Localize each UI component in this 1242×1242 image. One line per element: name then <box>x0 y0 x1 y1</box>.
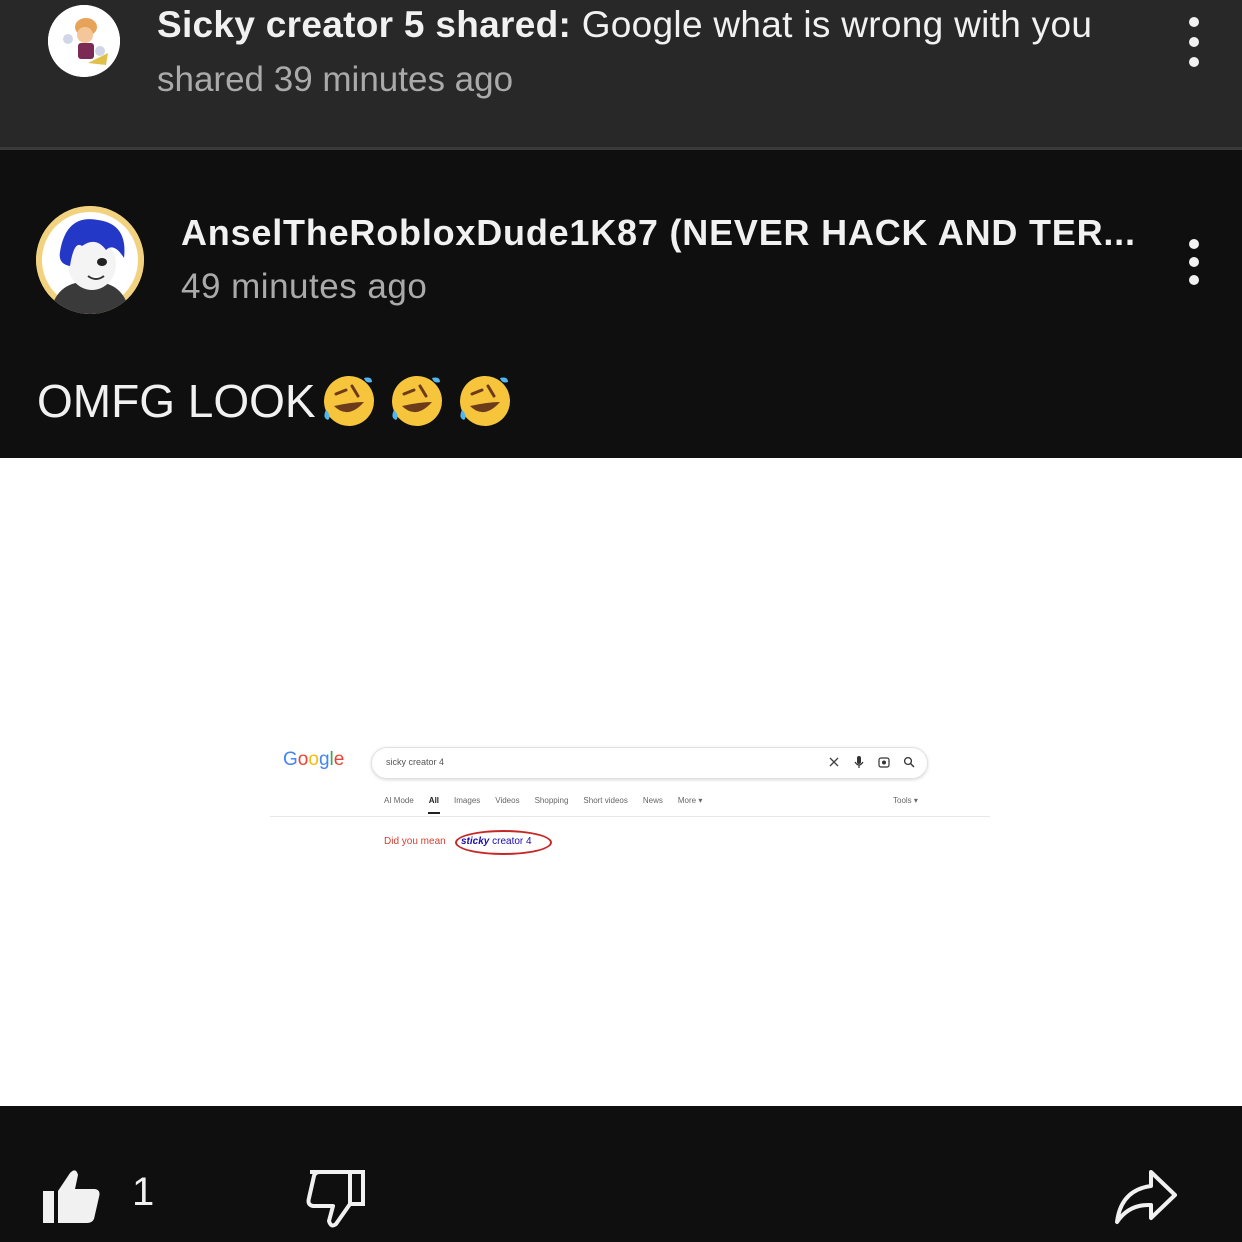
author-avatar[interactable] <box>36 206 144 314</box>
lens-icon <box>878 757 890 768</box>
share-icon[interactable] <box>1113 1168 1179 1226</box>
more-options-icon[interactable] <box>1174 12 1214 72</box>
like-icon[interactable] <box>40 1167 102 1225</box>
shared-timestamp: shared 39 minutes ago <box>157 60 514 99</box>
search-bar-icons <box>828 755 915 769</box>
google-logo-letter: e <box>333 749 345 770</box>
sharer-avatar[interactable] <box>48 5 120 77</box>
action-bar: 1 <box>0 1106 1242 1242</box>
search-icon <box>903 756 915 768</box>
search-tab: Shopping <box>534 796 569 805</box>
rofl-emoji-icon <box>323 376 374 426</box>
suggestion-bold: sticky <box>461 836 490 847</box>
post-author-name[interactable]: AnselTheRobloxDude1K87 (NEVER HACK AND T… <box>181 212 1136 254</box>
search-tab: More ▾ <box>677 796 703 805</box>
divider <box>270 816 990 817</box>
shared-post-title[interactable]: Sicky creator 5 shared: Google what is w… <box>157 4 1092 46</box>
spelling-suggestion: sticky creator 4 <box>461 836 532 847</box>
post-more-options-icon[interactable] <box>1174 231 1214 291</box>
search-tab: Images <box>454 796 481 805</box>
rofl-emoji-icon <box>459 376 510 426</box>
search-tab: Videos <box>495 796 520 805</box>
shared-caption: Google what is wrong with you <box>581 4 1093 45</box>
rofl-emoji-icon <box>391 376 442 426</box>
sharer-name: Sicky creator 5 shared: <box>157 4 572 45</box>
tools-menu: Tools ▾ <box>893 796 918 805</box>
post-image[interactable]: Google sicky creator 4 AI Mode All Images V… <box>0 458 1242 1106</box>
shared-post-header[interactable]: Sicky creator 5 shared: Google what is w… <box>0 0 1242 150</box>
google-logo-letter: G <box>283 749 298 770</box>
google-logo-letter: g <box>318 749 330 770</box>
post-body: OMFG LOOK <box>37 372 514 430</box>
community-post: AnselTheRobloxDude1K87 (NEVER HACK AND T… <box>0 153 1242 458</box>
search-tab: AI Mode <box>384 796 414 805</box>
search-tab: All <box>427 796 441 814</box>
google-logo-letter: o <box>308 749 319 770</box>
microphone-icon <box>854 756 864 768</box>
search-tab: News <box>642 796 663 805</box>
did-you-mean-label: Did you mean <box>384 836 446 847</box>
like-count: 1 <box>132 1170 155 1214</box>
post-text: OMFG LOOK <box>37 375 316 427</box>
search-query: sicky creator 4 <box>386 757 445 767</box>
post-timestamp: 49 minutes ago <box>181 267 428 306</box>
search-tab: Short videos <box>583 796 628 805</box>
search-tabs: AI Mode All Images Videos Shopping Short vide… <box>384 796 703 814</box>
dislike-icon[interactable] <box>306 1170 368 1228</box>
search-bar: sicky creator 4 <box>371 747 928 779</box>
google-logo: Google <box>283 749 344 771</box>
clear-icon <box>829 757 839 767</box>
google-logo-letter: o <box>297 749 309 770</box>
suggestion-rest: creator 4 <box>489 836 532 847</box>
